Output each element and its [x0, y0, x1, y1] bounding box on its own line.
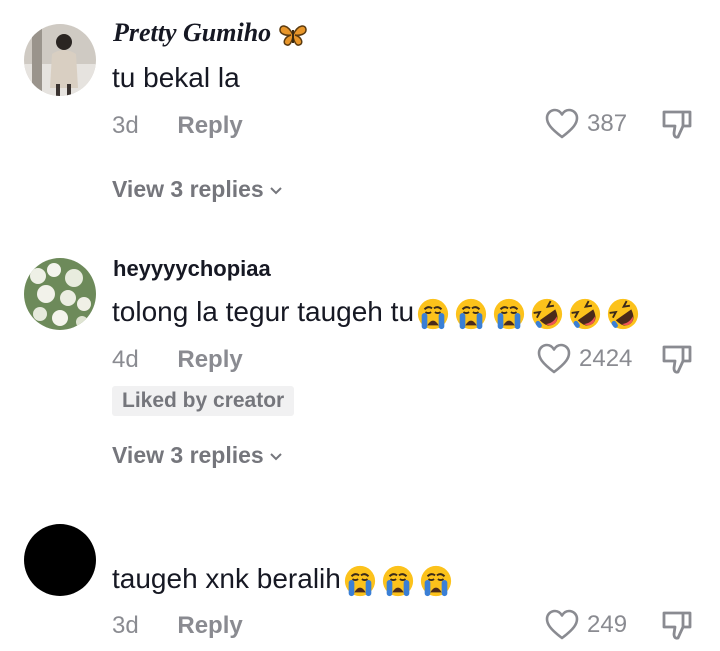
comment-meta: 3d Reply [112, 612, 243, 640]
comment-text: taugeh xnk beralih [112, 563, 453, 598]
comment-text: tolong la tegur taugeh tu [112, 296, 640, 331]
comment-meta: 4d Reply [112, 346, 243, 374]
comment-age: 3d [112, 112, 139, 139]
dislike-icon[interactable] [659, 107, 695, 143]
reply-button[interactable]: Reply [177, 112, 242, 139]
like-count: 2424 [579, 345, 633, 372]
chevron-down-icon [268, 183, 284, 199]
loudly-crying-face-icon [343, 564, 377, 598]
loudly-crying-face-icon [492, 297, 526, 331]
reply-button[interactable]: Reply [177, 346, 242, 373]
chevron-down-icon [268, 449, 284, 465]
emoji-row [416, 297, 640, 331]
view-replies-label: View 3 replies [112, 176, 264, 202]
heart-icon [543, 607, 581, 643]
heart-icon [543, 106, 581, 142]
comment-text-body: tu bekal la [112, 62, 240, 93]
view-replies-label: View 3 replies [112, 442, 264, 468]
loudly-crying-face-icon [454, 297, 488, 331]
loudly-crying-face-icon [416, 297, 450, 331]
liked-by-creator-badge: Liked by creator [112, 386, 295, 416]
rolling-on-floor-laughing-icon [606, 297, 640, 331]
loudly-crying-face-icon [419, 564, 453, 598]
avatar[interactable] [24, 258, 96, 330]
view-replies-button[interactable]: View 3 replies [112, 442, 284, 469]
like-button[interactable]: 249 [543, 607, 627, 643]
like-count: 387 [587, 110, 628, 137]
like-button[interactable]: 2424 [535, 341, 632, 377]
comment-meta: 3d Reply [112, 112, 243, 140]
comment-age: 3d [112, 612, 139, 639]
rolling-on-floor-laughing-icon [530, 297, 564, 331]
loudly-crying-face-icon [381, 564, 415, 598]
butterfly-icon [278, 25, 307, 46]
comment-age: 4d [112, 346, 139, 373]
username-text: heyyyychopiaa [113, 256, 271, 281]
liked-by-creator-label: Liked by creator [122, 389, 285, 412]
avatar[interactable] [24, 524, 96, 596]
view-replies-button[interactable]: View 3 replies [112, 176, 284, 203]
avatar[interactable] [24, 24, 96, 96]
username[interactable]: heyyyychopiaa [113, 256, 271, 282]
comment-text: tu bekal la [112, 62, 240, 94]
heart-icon [535, 341, 573, 377]
rolling-on-floor-laughing-icon [568, 297, 602, 331]
like-count: 249 [587, 611, 628, 638]
comment-text-body: tolong la tegur taugeh tu [112, 296, 415, 327]
dislike-icon[interactable] [659, 342, 695, 378]
reply-button[interactable]: Reply [177, 612, 242, 639]
like-button[interactable]: 387 [543, 106, 627, 142]
dislike-icon[interactable] [659, 608, 695, 644]
comment-text-body: taugeh xnk beralih [112, 563, 341, 594]
emoji-row [343, 564, 453, 598]
username-text: Pretty Gumiho [113, 18, 272, 47]
username[interactable]: Pretty Gumiho [113, 18, 308, 48]
